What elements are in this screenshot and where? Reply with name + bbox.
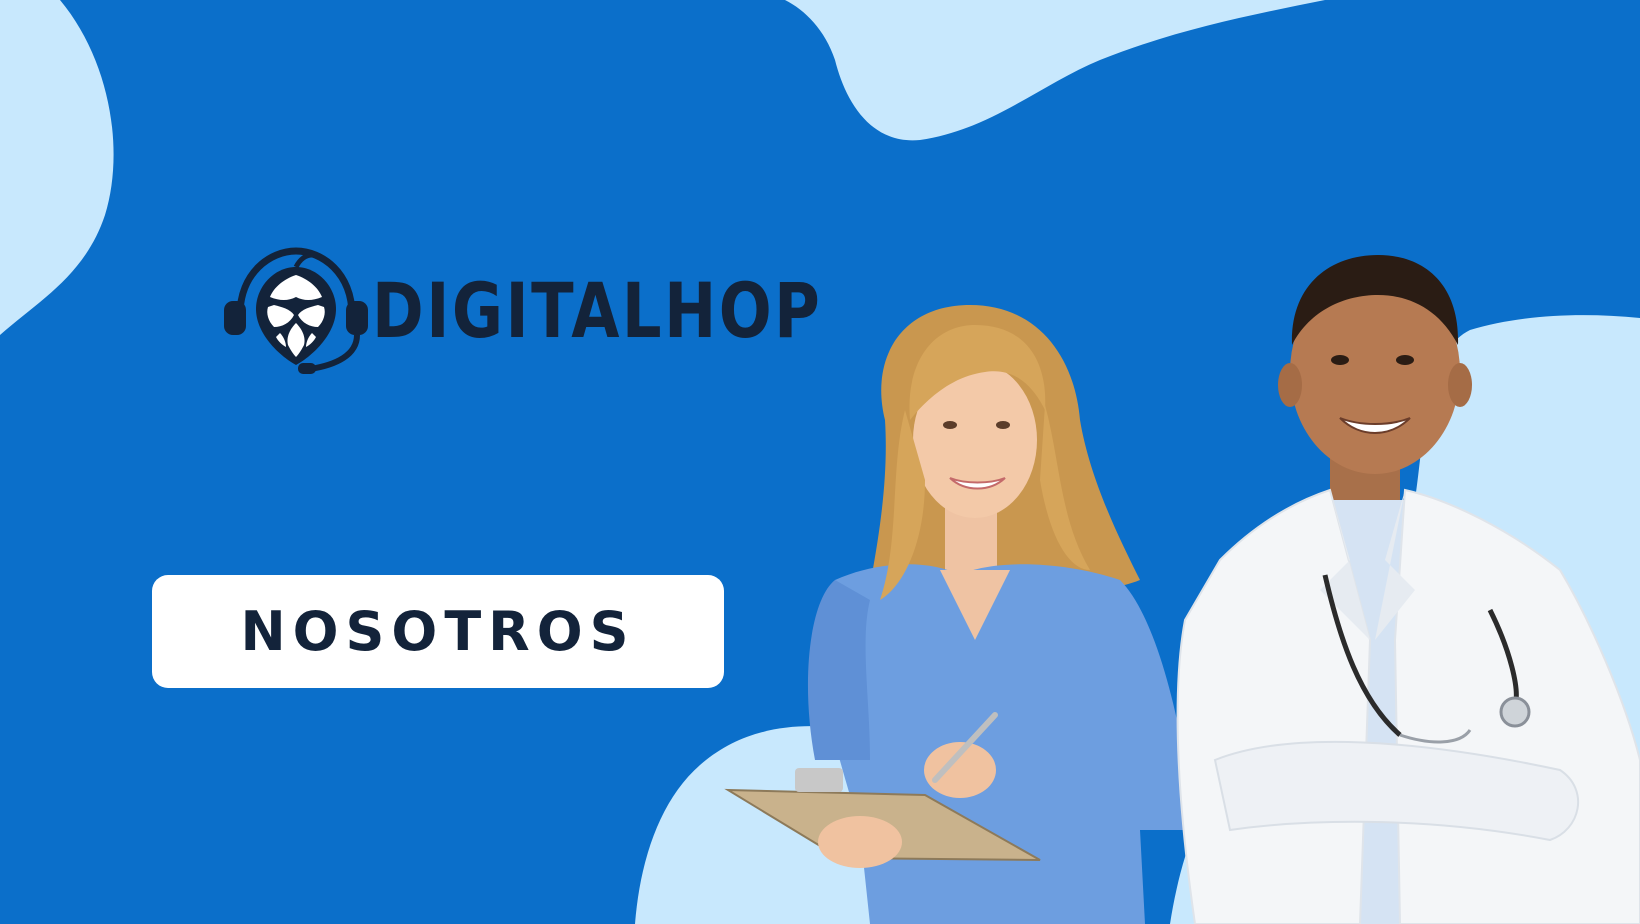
banner: DIGITALHOP NOSOTROS — [0, 0, 1640, 924]
people-illustration — [724, 255, 1640, 924]
nurse-figure — [724, 305, 1195, 924]
doctor-figure — [1176, 255, 1640, 924]
